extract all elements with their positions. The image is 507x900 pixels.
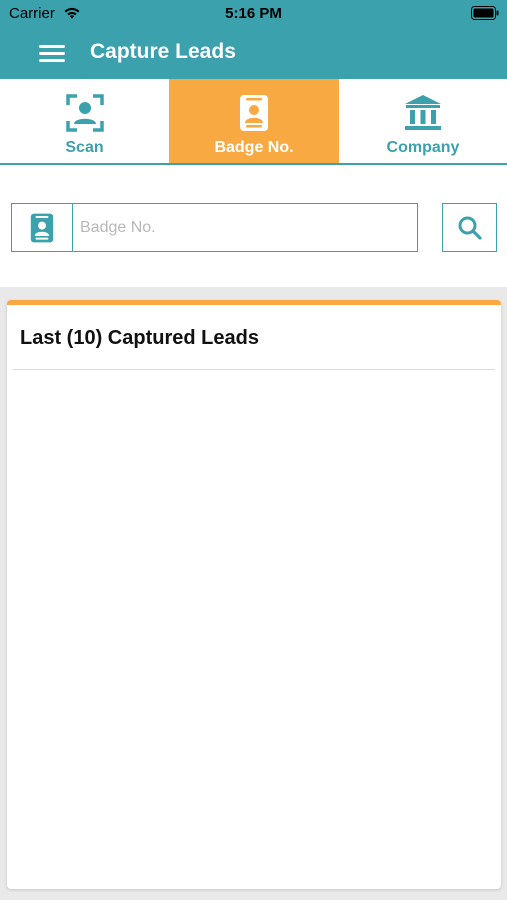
badge-search-row (0, 167, 507, 287)
badge-field-icon-box (12, 204, 73, 251)
badge-search-box (11, 203, 418, 252)
tab-badge-no-label: Badge No. (214, 139, 294, 156)
battery-icon (471, 6, 499, 20)
bank-building-icon (405, 95, 441, 130)
captured-leads-title: Last (10) Captured Leads (20, 327, 259, 349)
tab-scan[interactable]: Scan (0, 79, 169, 163)
badge-icon (30, 213, 54, 242)
tab-company[interactable]: Company (339, 79, 507, 163)
clock: 5:16 PM (225, 5, 282, 22)
status-bar: Carrier 5:16 PM (0, 0, 507, 28)
capture-mode-tabs: Scan Badge No. Company (0, 79, 507, 165)
hamburger-menu-icon[interactable] (32, 36, 72, 70)
nav-bar: Capture Leads (0, 28, 507, 79)
app-header: Carrier 5:16 PM Capture Leads (0, 0, 507, 79)
badge-number-input[interactable] (73, 204, 417, 251)
face-scan-icon (65, 94, 104, 132)
search-button[interactable] (442, 203, 497, 252)
tab-company-label: Company (386, 139, 460, 156)
card-divider (13, 369, 495, 370)
tab-badge-no[interactable]: Badge No. (169, 79, 339, 163)
search-icon (458, 216, 482, 240)
tab-scan-label: Scan (65, 139, 104, 156)
badge-icon (240, 95, 268, 131)
captured-leads-card: Last (10) Captured Leads (7, 300, 501, 889)
page-title: Capture Leads (90, 40, 236, 63)
